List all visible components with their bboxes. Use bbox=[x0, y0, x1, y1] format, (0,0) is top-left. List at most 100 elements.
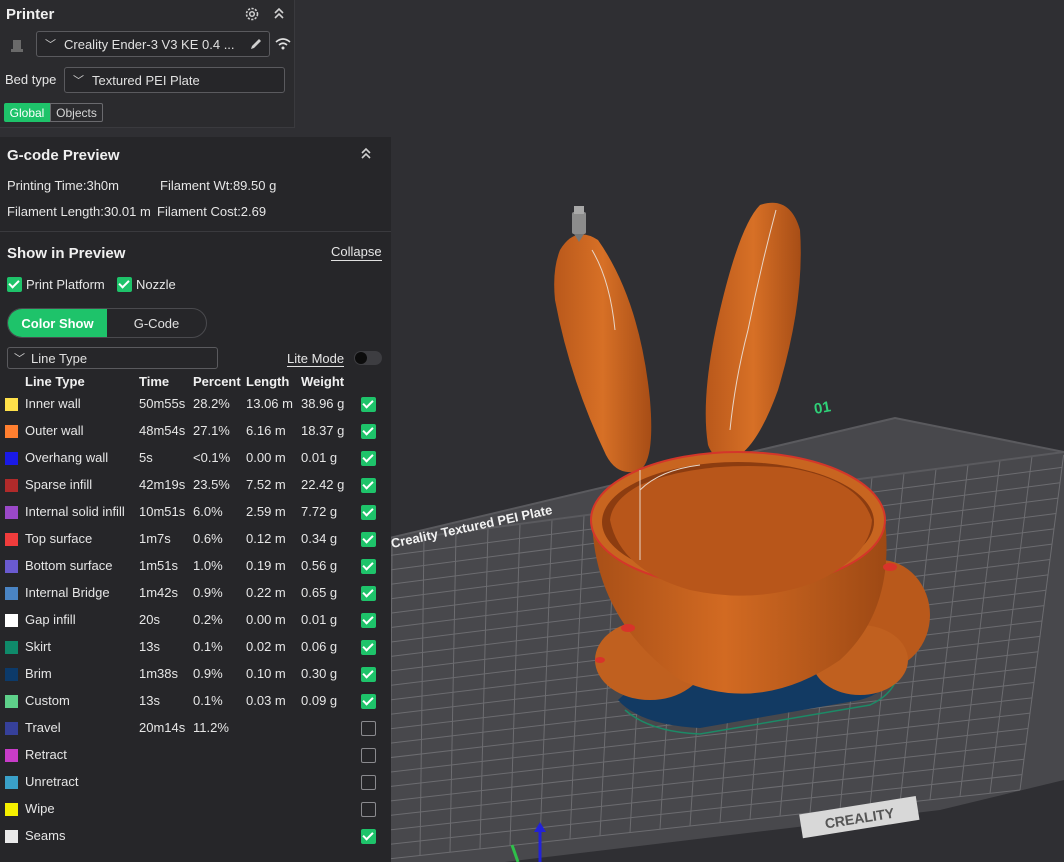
cell-time: 48m54s bbox=[139, 423, 186, 438]
checkbox-checked-icon[interactable] bbox=[7, 277, 22, 292]
checkbox-unchecked-icon[interactable] bbox=[361, 720, 376, 736]
gear-icon[interactable] bbox=[242, 4, 262, 24]
table-row[interactable]: Travel 20m14s 11.2% bbox=[5, 714, 381, 741]
table-row[interactable]: Brim 1m38s 0.9% 0.10 m 0.30 g bbox=[5, 660, 381, 687]
cell-percent: 0.1% bbox=[193, 693, 223, 708]
table-row[interactable]: Seams bbox=[5, 822, 381, 849]
cell-length bbox=[246, 714, 301, 741]
checkbox-checked-icon[interactable] bbox=[361, 639, 376, 655]
table-row[interactable]: Inner wall 50m55s 28.2% 13.06 m 38.96 g bbox=[5, 390, 381, 417]
checkbox-checked-icon[interactable] bbox=[361, 504, 376, 520]
tab-color-show[interactable]: Color Show bbox=[8, 309, 107, 337]
cell-percent bbox=[193, 768, 246, 795]
cell-weight: 22.42 g bbox=[301, 477, 345, 492]
edit-pencil-icon[interactable] bbox=[246, 34, 266, 54]
cell-length bbox=[246, 795, 301, 822]
bed-type-select[interactable]: ﹀ Textured PEI Plate bbox=[64, 67, 285, 93]
table-row[interactable]: Internal solid infill 10m51s 6.0% 2.59 m 7.7… bbox=[5, 498, 381, 525]
cell-length: 0.10 m bbox=[246, 666, 286, 681]
cell-weight: 0.09 g bbox=[301, 693, 338, 708]
checkbox-checked-icon[interactable] bbox=[361, 828, 376, 844]
cell-time: 1m42s bbox=[139, 585, 179, 600]
col-percent: Percent bbox=[193, 373, 241, 389]
table-row[interactable]: Outer wall 48m54s 27.1% 6.16 m 18.37 g bbox=[5, 417, 381, 444]
cell-percent: 0.6% bbox=[193, 531, 223, 546]
table-row[interactable]: Internal Bridge 1m42s 0.9% 0.22 m 0.65 g bbox=[5, 579, 381, 606]
color-swatch bbox=[5, 398, 18, 412]
cell-percent bbox=[193, 822, 246, 849]
cell-length: 0.22 m bbox=[246, 585, 286, 600]
checkbox-checked-icon[interactable] bbox=[117, 277, 132, 292]
checkbox-checked-icon[interactable] bbox=[361, 477, 376, 493]
color-swatch bbox=[5, 668, 18, 682]
cell-weight bbox=[301, 714, 361, 741]
table-row[interactable]: Top surface 1m7s 0.6% 0.12 m 0.34 g bbox=[5, 525, 381, 552]
checkbox-checked-icon[interactable] bbox=[361, 423, 376, 439]
table-row[interactable]: Gap infill 20s 0.2% 0.00 m 0.01 g bbox=[5, 606, 381, 633]
collapse-up-icon[interactable] bbox=[269, 4, 289, 24]
cell-time bbox=[139, 741, 193, 768]
table-row[interactable]: Overhang wall 5s <0.1% 0.00 m 0.01 g bbox=[5, 444, 381, 471]
color-swatch bbox=[5, 830, 18, 844]
color-swatch bbox=[5, 587, 18, 601]
cell-length bbox=[246, 768, 301, 795]
checkbox-checked-icon[interactable] bbox=[361, 531, 376, 547]
checkbox-checked-icon[interactable] bbox=[361, 558, 376, 574]
cell-percent: <0.1% bbox=[193, 450, 231, 465]
cell-percent: 1.0% bbox=[193, 558, 223, 573]
checkbox-unchecked-icon[interactable] bbox=[361, 774, 376, 790]
filament-length: Filament Length:30.01 m bbox=[7, 204, 151, 219]
plate-number[interactable]: 01 bbox=[813, 398, 832, 418]
cell-name: Sparse infill bbox=[25, 477, 93, 492]
tab-gcode[interactable]: G-Code bbox=[107, 309, 206, 337]
checkbox-checked-icon[interactable] bbox=[361, 612, 376, 628]
checkbox-checked-icon[interactable] bbox=[361, 693, 376, 709]
cell-percent bbox=[193, 741, 246, 768]
cell-name: Seams bbox=[25, 828, 66, 843]
cell-length: 0.02 m bbox=[246, 639, 286, 654]
cell-name: Bottom surface bbox=[25, 558, 113, 573]
cell-percent: 27.1% bbox=[193, 423, 230, 438]
filament-weight: Filament Wt:89.50 g bbox=[160, 178, 277, 193]
nozzle-checkbox[interactable]: Nozzle bbox=[117, 277, 176, 292]
cell-percent: 11.2% bbox=[193, 720, 229, 735]
cell-length bbox=[246, 741, 301, 768]
printer-title: Printer bbox=[6, 6, 55, 23]
lite-mode-toggle[interactable] bbox=[354, 351, 382, 365]
print-platform-label: Print Platform bbox=[26, 277, 105, 292]
collapse-link[interactable]: Collapse bbox=[331, 244, 382, 261]
checkbox-checked-icon[interactable] bbox=[361, 666, 376, 682]
table-row[interactable]: Unretract bbox=[5, 768, 381, 795]
col-time: Time bbox=[139, 373, 170, 389]
print-platform-checkbox[interactable]: Print Platform bbox=[7, 277, 105, 292]
printer-name: Creality Ender-3 V3 KE 0.4 ... bbox=[64, 36, 235, 52]
table-row[interactable]: Skirt 13s 0.1% 0.02 m 0.06 g bbox=[5, 633, 381, 660]
table-row[interactable]: Retract bbox=[5, 741, 381, 768]
checkbox-checked-icon[interactable] bbox=[361, 450, 376, 466]
table-row[interactable]: Bottom surface 1m51s 1.0% 0.19 m 0.56 g bbox=[5, 552, 381, 579]
nozzle-label: Nozzle bbox=[136, 277, 176, 292]
view-type-select[interactable]: ﹀ Line Type bbox=[7, 347, 218, 369]
tab-objects[interactable]: Objects bbox=[50, 103, 103, 122]
table-row[interactable]: Sparse infill 42m19s 23.5% 7.52 m 22.42 g bbox=[5, 471, 381, 498]
checkbox-checked-icon[interactable] bbox=[361, 585, 376, 601]
color-swatch bbox=[5, 749, 18, 763]
cell-time: 13s bbox=[139, 693, 160, 708]
printer-select[interactable]: ﹀ Creality Ender-3 V3 KE 0.4 ... bbox=[36, 31, 270, 57]
cell-length: 0.00 m bbox=[246, 450, 286, 465]
collapse-up-icon[interactable] bbox=[360, 147, 372, 164]
bed-type-label: Bed type bbox=[5, 72, 57, 87]
checkbox-unchecked-icon[interactable] bbox=[361, 747, 376, 763]
cell-name: Gap infill bbox=[25, 612, 76, 627]
table-row[interactable]: Custom 13s 0.1% 0.03 m 0.09 g bbox=[5, 687, 381, 714]
checkbox-unchecked-icon[interactable] bbox=[361, 801, 376, 817]
mode-segmented-control[interactable]: Color Show G-Code bbox=[7, 308, 207, 338]
checkbox-checked-icon[interactable] bbox=[361, 396, 376, 412]
table-row[interactable]: Wipe bbox=[5, 795, 381, 822]
filament-cost: Filament Cost:2.69 bbox=[157, 204, 267, 219]
divider bbox=[0, 231, 391, 232]
wifi-icon[interactable] bbox=[273, 34, 293, 54]
cell-time bbox=[139, 795, 193, 822]
tab-global[interactable]: Global bbox=[4, 103, 50, 122]
cell-weight bbox=[301, 822, 361, 849]
